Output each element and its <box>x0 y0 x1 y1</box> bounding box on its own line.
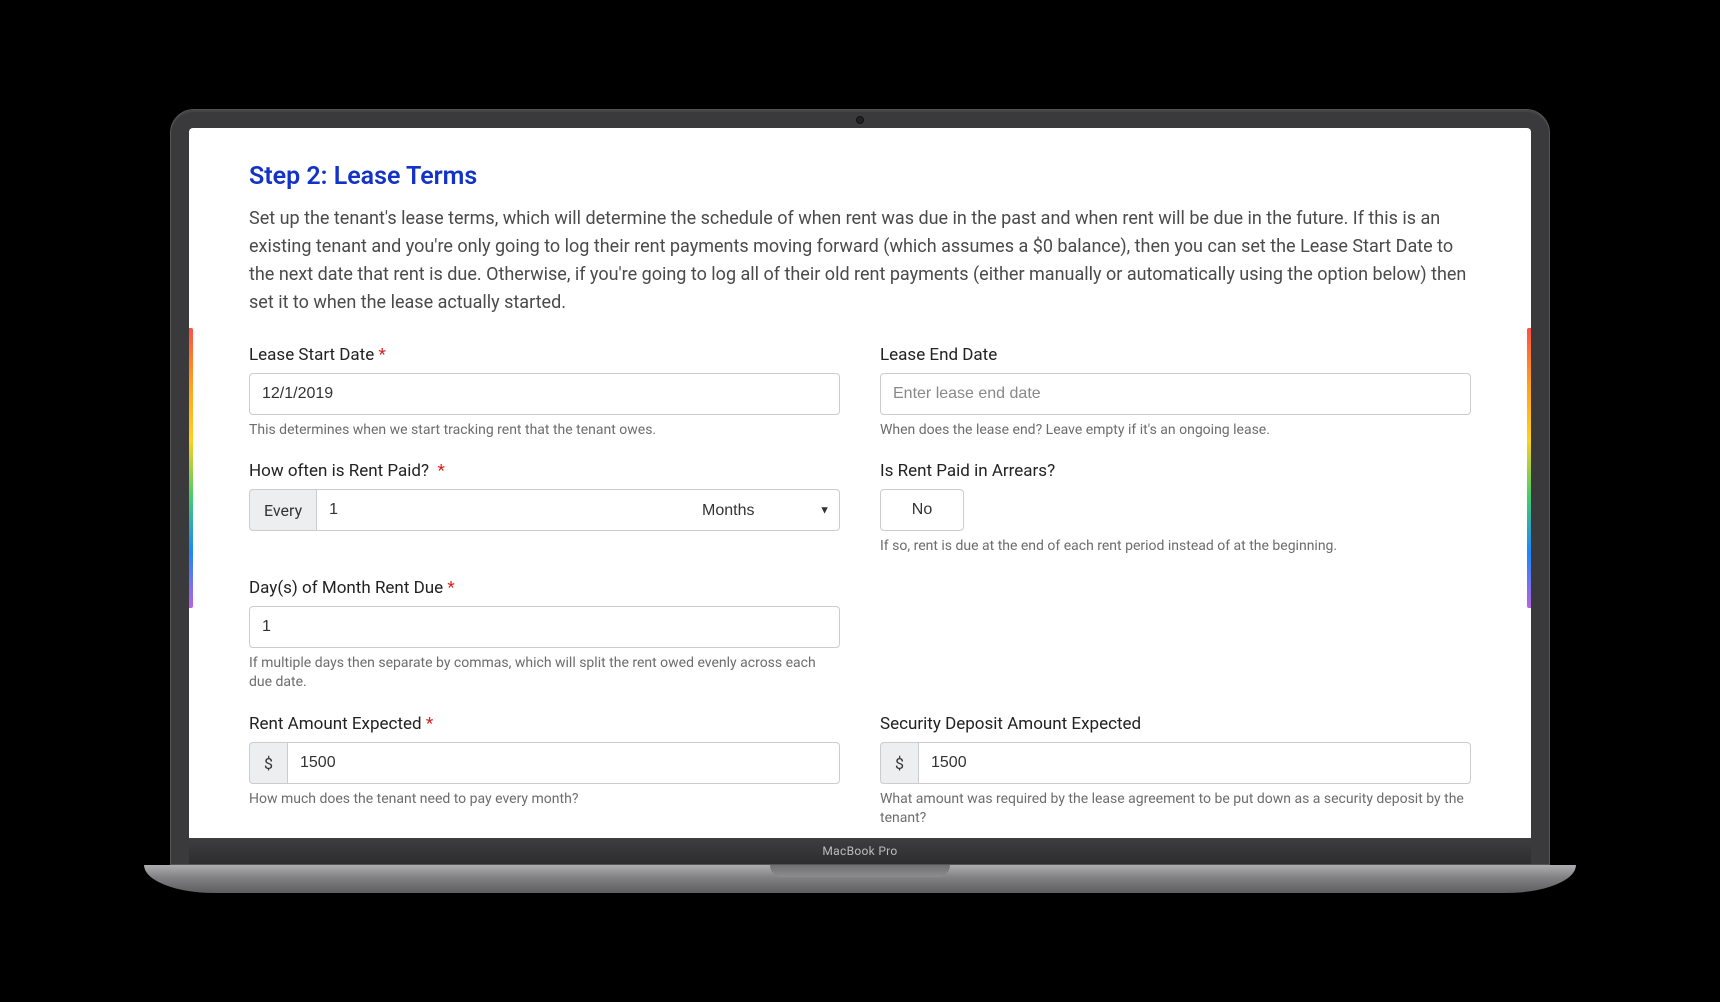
row-due-days: Day(s) of Month Rent Due * If multiple d… <box>249 578 1471 692</box>
label-text: Lease Start Date <box>249 345 374 365</box>
arrears-label: Is Rent Paid in Arrears? <box>880 461 1471 481</box>
arrears-help: If so, rent is due at the end of each re… <box>880 537 1471 556</box>
rent-amount-help: How much does the tenant need to pay eve… <box>249 790 840 809</box>
deposit-amount-help: What amount was required by the lease ag… <box>880 790 1471 828</box>
currency-symbol: $ <box>249 742 287 784</box>
frequency-unit-select[interactable]: Months <box>690 489 840 531</box>
field-arrears: Is Rent Paid in Arrears? No If so, rent … <box>880 461 1471 556</box>
label-text: Rent Amount Expected <box>249 714 422 734</box>
laptop-mockup: Step 2: Lease Terms Set up the tenant's … <box>170 109 1550 893</box>
label-text: Day(s) of Month Rent Due <box>249 578 443 598</box>
camera-notch <box>856 116 864 124</box>
form-container: Step 2: Lease Terms Set up the tenant's … <box>189 128 1531 838</box>
rent-amount-label: Rent Amount Expected * <box>249 714 840 734</box>
frequency-prefix: Every <box>249 489 316 531</box>
empty-col <box>880 578 1471 692</box>
frequency-group: Every Months ▼ <box>249 489 840 531</box>
row-frequency-arrears: How often is Rent Paid? * Every Months ▼ <box>249 461 1471 556</box>
deposit-amount-group: $ <box>880 742 1471 784</box>
lease-start-label: Lease Start Date * <box>249 345 840 365</box>
decorative-stripe-right <box>1527 328 1531 608</box>
label-text: How often is Rent Paid? <box>249 461 429 481</box>
currency-symbol: $ <box>880 742 918 784</box>
lease-start-help: This determines when we start tracking r… <box>249 421 840 440</box>
field-deposit-amount: Security Deposit Amount Expected $ What … <box>880 714 1471 828</box>
field-rent-amount: Rent Amount Expected * $ How much does t… <box>249 714 840 828</box>
screen: Step 2: Lease Terms Set up the tenant's … <box>189 128 1531 838</box>
laptop-bezel: Step 2: Lease Terms Set up the tenant's … <box>170 109 1550 865</box>
row-lease-dates: Lease Start Date * This determines when … <box>249 345 1471 440</box>
lease-end-help: When does the lease end? Leave empty if … <box>880 421 1471 440</box>
decorative-stripe-left <box>189 328 193 608</box>
step-title: Step 2: Lease Terms <box>249 162 1471 191</box>
field-due-days: Day(s) of Month Rent Due * If multiple d… <box>249 578 840 692</box>
field-lease-start: Lease Start Date * This determines when … <box>249 345 840 440</box>
lease-end-input[interactable] <box>880 373 1471 415</box>
due-days-input[interactable] <box>249 606 840 648</box>
step-description: Set up the tenant's lease terms, which w… <box>249 205 1471 317</box>
rent-amount-input[interactable] <box>287 742 840 784</box>
due-days-label: Day(s) of Month Rent Due * <box>249 578 840 598</box>
arrears-toggle[interactable]: No <box>880 489 964 531</box>
field-lease-end: Lease End Date When does the lease end? … <box>880 345 1471 440</box>
field-frequency: How often is Rent Paid? * Every Months ▼ <box>249 461 840 556</box>
due-days-help: If multiple days then separate by commas… <box>249 654 840 692</box>
lease-start-input[interactable] <box>249 373 840 415</box>
required-mark: * <box>426 714 433 734</box>
device-name: MacBook Pro <box>822 844 897 858</box>
laptop-base <box>144 865 1576 893</box>
deposit-amount-label: Security Deposit Amount Expected <box>880 714 1471 734</box>
frequency-count-input[interactable] <box>316 489 690 531</box>
frequency-unit-wrap: Months ▼ <box>690 489 840 531</box>
laptop-hinge: MacBook Pro <box>189 838 1531 864</box>
frequency-label: How often is Rent Paid? * <box>249 461 840 481</box>
deposit-amount-input[interactable] <box>918 742 1471 784</box>
row-amounts: Rent Amount Expected * $ How much does t… <box>249 714 1471 828</box>
laptop-thumb-cut <box>770 865 950 877</box>
rent-amount-group: $ <box>249 742 840 784</box>
lease-end-label: Lease End Date <box>880 345 1471 365</box>
required-mark: * <box>437 461 444 481</box>
required-mark: * <box>378 345 385 365</box>
required-mark: * <box>447 578 454 598</box>
